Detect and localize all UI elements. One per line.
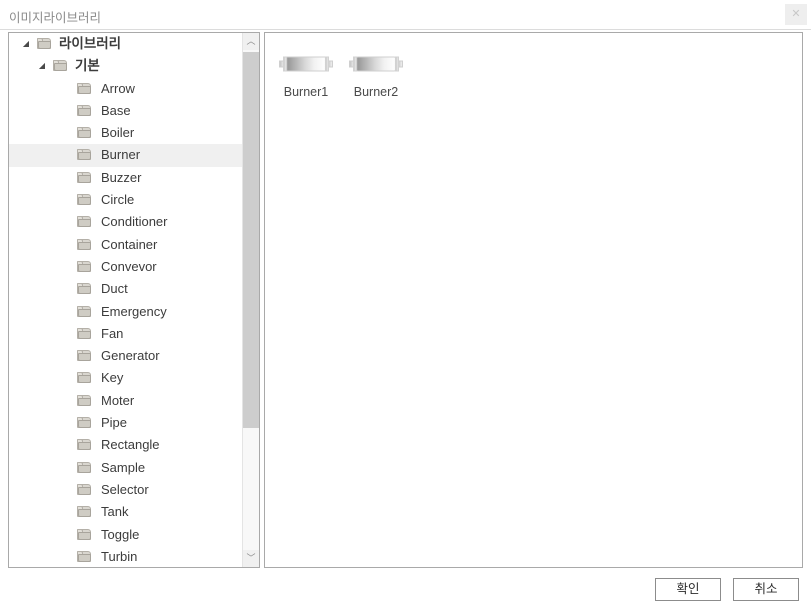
tree-scrollbar[interactable]: ︿ ﹀ <box>242 33 259 567</box>
folder-icon <box>77 394 92 407</box>
tree-item-base[interactable]: Base <box>9 100 243 122</box>
tree-item-라이브러리[interactable]: ◢ 라이브러리 <box>9 33 243 55</box>
tree-item-label: Convevor <box>101 258 157 274</box>
tree-item-label: Duct <box>101 281 128 297</box>
tree-item-label: Selector <box>101 481 149 497</box>
tree-item-label: 기본 <box>75 58 100 74</box>
tree-item-label: Buzzer <box>101 169 142 185</box>
tree-item-buzzer[interactable]: Buzzer <box>9 167 243 189</box>
tree-item-burner[interactable]: Burner <box>9 144 243 167</box>
tree-item-label: Emergency <box>101 303 167 319</box>
tree-item-moter[interactable]: Moter <box>9 390 243 412</box>
tree-item-label: Boiler <box>101 125 135 141</box>
tree-item-label: Rectangle <box>101 437 160 453</box>
folder-icon <box>77 506 92 518</box>
folder-icon <box>77 372 92 384</box>
folder-icon <box>37 38 52 50</box>
tree-item-label: Container <box>101 236 158 252</box>
tree-item-rectangle[interactable]: Rectangle <box>9 434 243 456</box>
tree-item-key[interactable]: Key <box>9 367 243 389</box>
ok-button[interactable]: 확인 <box>655 578 721 601</box>
thumbnail-item[interactable]: Burner1 <box>271 39 341 107</box>
folder-icon <box>77 550 92 563</box>
tree-item-fan[interactable]: Fan <box>9 323 243 345</box>
scroll-down-arrow-icon[interactable]: ﹀ <box>243 550 259 567</box>
library-tree[interactable]: ◢ 라이브러리 ◢ 기본 Arrow Base Boiler Burner Buzzer Circ… <box>9 33 243 567</box>
folder-icon <box>77 216 92 228</box>
tree-item-tank[interactable]: Tank <box>9 501 243 523</box>
tree-item-label: Base <box>101 102 131 118</box>
tree-item-toggle[interactable]: Toggle <box>9 524 243 546</box>
folder-icon <box>77 194 92 206</box>
tree-item-pipe[interactable]: Pipe <box>9 412 243 434</box>
tree-item-label: Key <box>101 370 124 386</box>
folder-icon <box>77 439 92 451</box>
folder-icon <box>77 528 92 541</box>
burner-graphic <box>271 45 341 83</box>
tree-item-container[interactable]: Container <box>9 234 243 256</box>
tree-item-boiler[interactable]: Boiler <box>9 122 243 144</box>
tree-item-label: Conditioner <box>101 214 168 230</box>
tree-item-arrow[interactable]: Arrow <box>9 78 243 100</box>
thumbnail-grid: Burner1 Burner2 <box>271 39 411 107</box>
close-icon: ✕ <box>791 8 801 20</box>
thumbnail-item[interactable]: Burner2 <box>341 39 411 107</box>
folder-icon <box>77 238 92 251</box>
folder-icon <box>77 260 92 273</box>
folder-icon <box>77 127 92 139</box>
folder-icon <box>77 350 92 362</box>
tree-item-label: Generator <box>101 348 160 364</box>
tree-item-label: Burner <box>101 147 141 163</box>
tree-item-label: Fan <box>101 325 124 341</box>
library-tree-panel: ◢ 라이브러리 ◢ 기본 Arrow Base Boiler Burner Buzzer Circ… <box>8 32 260 568</box>
tree-item-label: Turbin <box>101 548 138 564</box>
expand-arrow-icon[interactable]: ◢ <box>19 33 33 55</box>
folder-icon <box>77 149 92 161</box>
tree-item-duct[interactable]: Duct <box>9 278 243 300</box>
tree-item-selector[interactable]: Selector <box>9 479 243 501</box>
title-bar: 이미지라이브러리 ✕ <box>0 0 811 30</box>
tree-item-label: Moter <box>101 392 135 408</box>
tree-item-label: Sample <box>101 459 146 475</box>
window-title: 이미지라이브러리 <box>9 11 102 25</box>
close-button[interactable]: ✕ <box>785 4 807 25</box>
burner-graphic <box>341 45 411 83</box>
thumbnail-label: Burner2 <box>353 85 399 99</box>
tree-item-turbin[interactable]: Turbin <box>9 546 243 567</box>
image-library-dialog: 이미지라이브러리 ✕ ◢ 라이브러리 ◢ 기본 Arrow Base Boiler Burne… <box>0 0 811 610</box>
thumbnail-label: Burner1 <box>283 85 329 99</box>
tree-item-label: 라이브러리 <box>59 36 122 51</box>
folder-icon <box>77 283 92 295</box>
cancel-button[interactable]: 취소 <box>733 578 799 601</box>
folder-icon <box>77 171 92 184</box>
folder-icon <box>77 483 92 496</box>
tree-item-label: Tank <box>101 504 129 520</box>
image-content-panel: Burner1 Burner2 <box>264 32 803 568</box>
scroll-up-arrow-icon[interactable]: ︿ <box>243 33 259 50</box>
tree-item-label: Pipe <box>101 415 128 431</box>
tree-item-circle[interactable]: Circle <box>9 189 243 211</box>
folder-icon <box>77 305 92 318</box>
dialog-footer: 확인 취소 <box>0 568 811 610</box>
tree-item-label: Arrow <box>101 80 135 96</box>
tree-item-emergency[interactable]: Emergency <box>9 301 243 323</box>
tree-item-sample[interactable]: Sample <box>9 457 243 479</box>
folder-icon <box>77 417 92 429</box>
expand-arrow-icon[interactable]: ◢ <box>35 55 49 77</box>
folder-icon <box>77 104 92 117</box>
tree-item-label: Toggle <box>101 526 140 542</box>
tree-item-generator[interactable]: Generator <box>9 345 243 367</box>
scrollbar-thumb[interactable] <box>243 52 259 428</box>
folder-icon <box>53 60 68 72</box>
tree-item-conditioner[interactable]: Conditioner <box>9 211 243 233</box>
tree-item-label: Circle <box>101 192 135 208</box>
folder-icon <box>77 461 92 474</box>
folder-icon <box>77 82 92 95</box>
tree-item-기본[interactable]: ◢ 기본 <box>9 55 243 77</box>
tree-item-convevor[interactable]: Convevor <box>9 256 243 278</box>
folder-icon <box>77 327 92 340</box>
